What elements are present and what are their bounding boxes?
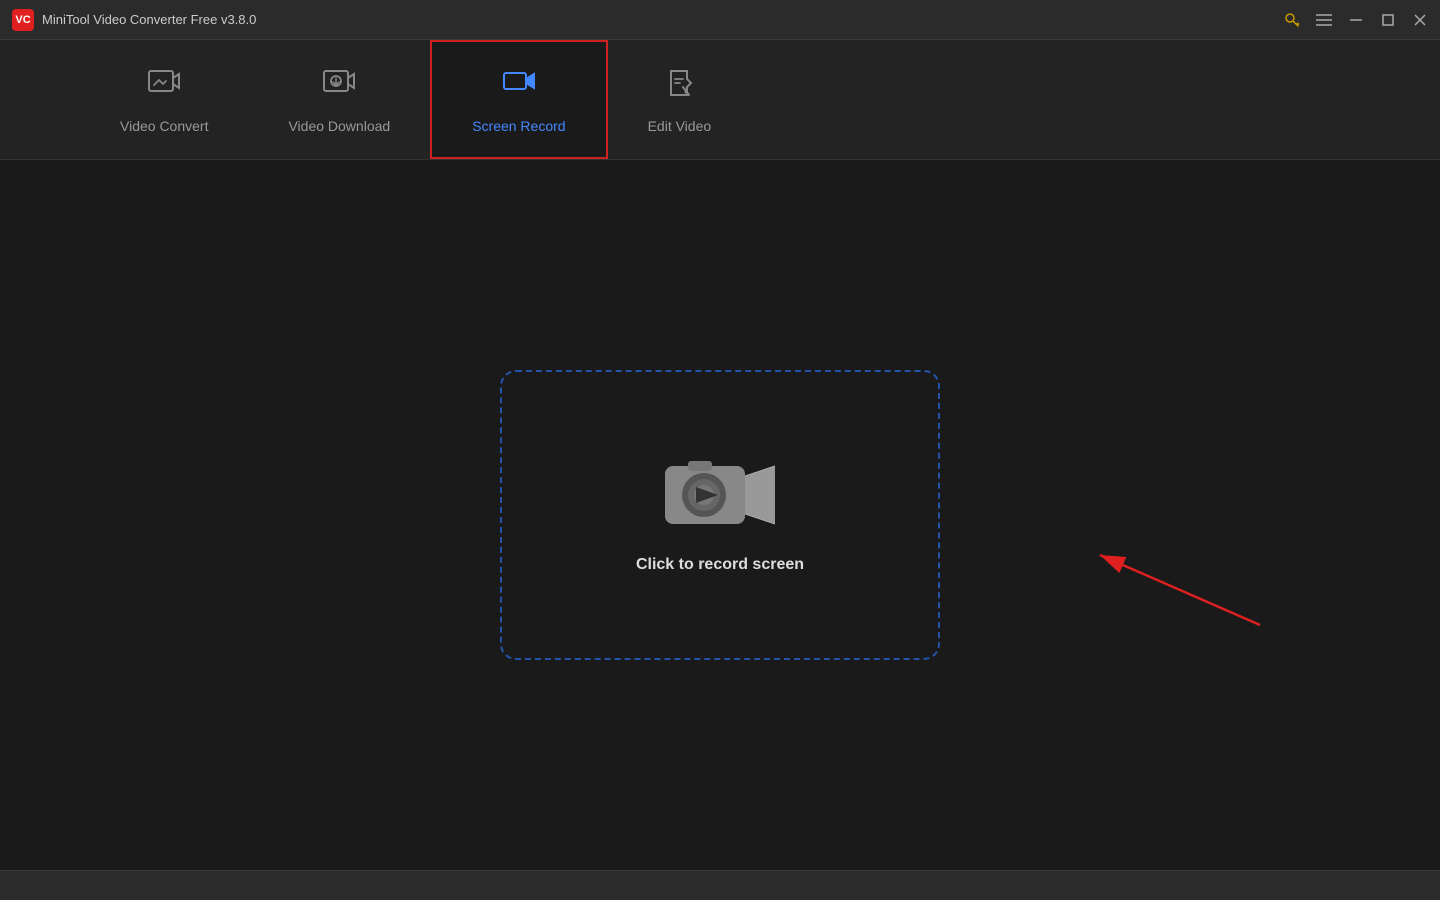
status-bar (0, 870, 1440, 900)
tab-video-download-label: Video Download (288, 118, 390, 134)
arrow-indicator (1070, 535, 1270, 640)
video-download-icon (321, 65, 357, 108)
camera-icon (660, 456, 780, 536)
tab-video-convert-label: Video Convert (120, 118, 208, 134)
title-bar: VC MiniTool Video Converter Free v3.8.0 (0, 0, 1440, 40)
main-content: Click to record screen (0, 160, 1440, 870)
tab-screen-record-label: Screen Record (472, 118, 565, 134)
key-icon[interactable] (1284, 12, 1300, 28)
edit-video-icon (661, 65, 697, 108)
tab-bar: Video Convert Video Download Screen Reco… (0, 40, 1440, 160)
menu-icon[interactable] (1316, 12, 1332, 28)
arrow-svg (1070, 535, 1270, 635)
minimize-button[interactable] (1348, 12, 1364, 28)
tab-video-download[interactable]: Video Download (248, 40, 430, 159)
tab-screen-record[interactable]: Screen Record (430, 40, 607, 159)
video-convert-icon (146, 65, 182, 108)
title-bar-controls (1284, 12, 1428, 28)
record-click-area[interactable]: Click to record screen (500, 370, 940, 660)
title-bar-left: VC MiniTool Video Converter Free v3.8.0 (12, 9, 256, 31)
tab-edit-video-label: Edit Video (648, 118, 712, 134)
tab-video-convert[interactable]: Video Convert (80, 40, 248, 159)
close-button[interactable] (1412, 12, 1428, 28)
screen-record-icon (501, 65, 537, 108)
app-logo: VC (12, 9, 34, 31)
app-title: MiniTool Video Converter Free v3.8.0 (42, 12, 256, 27)
record-label: Click to record screen (636, 556, 804, 574)
maximize-button[interactable] (1380, 12, 1396, 28)
tab-edit-video[interactable]: Edit Video (608, 40, 752, 159)
